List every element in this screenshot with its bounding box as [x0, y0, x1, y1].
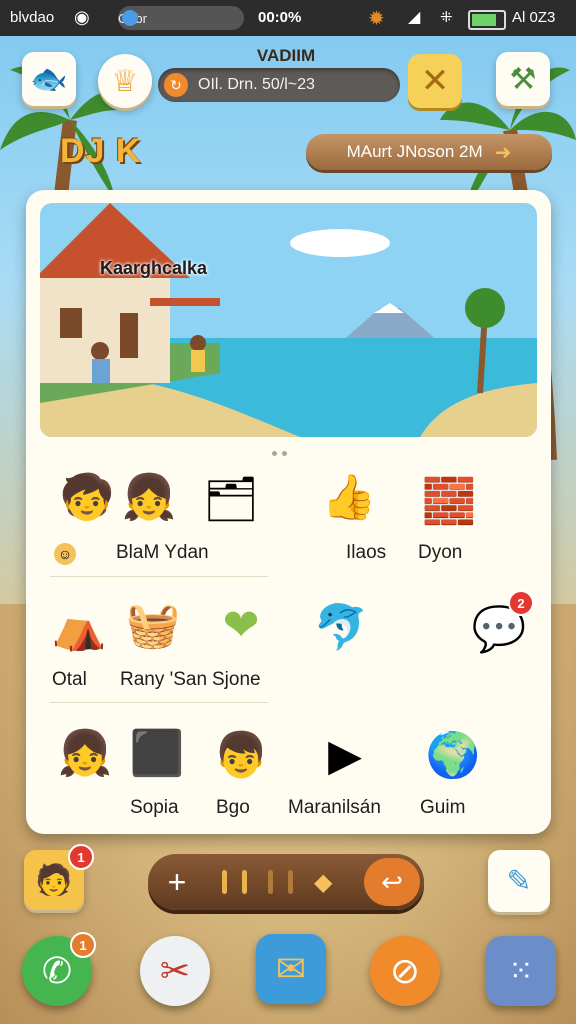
app-board[interactable]: 🗂: [196, 464, 266, 534]
hammer-icon: ⚒: [509, 62, 537, 96]
fish-color-icon: 🐬: [313, 603, 369, 652]
signal-icon: ◢: [408, 9, 421, 26]
arrow-right-icon: ➜: [494, 141, 512, 164]
kids-icon: 🧒: [59, 473, 115, 522]
trophy-button[interactable]: ♕: [98, 54, 152, 108]
search-input[interactable]: ↻ OIl. Drn. 50/l~23: [158, 68, 400, 102]
video-icon: ▶: [328, 730, 362, 780]
shortcut-button[interactable]: ✎: [488, 850, 550, 912]
wifi-icon: ◉: [74, 7, 90, 27]
app-boy[interactable]: 👦: [206, 720, 276, 790]
page-controller[interactable]: + ◆ ↩: [148, 854, 424, 910]
boy-icon: 👦: [213, 731, 269, 780]
gem-icon: ◆: [314, 869, 333, 896]
hero-banner[interactable]: [40, 203, 537, 437]
hammer-button[interactable]: ⚒: [496, 52, 550, 106]
girl-icon: 👧: [57, 729, 113, 778]
network-icon: ⁜: [440, 9, 453, 26]
app-logo: DJ K: [60, 132, 142, 170]
carrier-text: blvdao: [10, 9, 55, 26]
app-label: Dyon: [418, 542, 463, 563]
app-globe[interactable]: 🌍: [418, 720, 488, 790]
refresh-icon: ↻: [164, 73, 188, 97]
phone-icon: ✆: [41, 950, 73, 991]
battery-icon: [468, 10, 506, 30]
carousel-dots[interactable]: [272, 443, 292, 461]
girl-face-icon: 👧: [121, 473, 177, 522]
phone-badge: 1: [70, 932, 96, 958]
back-icon: ↩: [381, 866, 403, 897]
cloud-icon: [122, 10, 138, 26]
cta-label: MAurt JNoson 2M: [346, 142, 483, 161]
app-label: Maranilsán: [288, 797, 381, 818]
board-icon: 🗂: [203, 475, 259, 524]
blocks-icon: 🧱: [421, 477, 477, 526]
app-label: BlaM Ydan: [116, 542, 209, 563]
cta-button[interactable]: MAurt JNoson 2M ➜: [306, 134, 552, 170]
hero-label: Kaarghcalka: [100, 258, 208, 278]
app-label: Rany 'San: [120, 669, 208, 690]
syringe-icon: ✎: [506, 864, 532, 898]
app-girl[interactable]: 👧: [114, 462, 184, 532]
browser-button[interactable]: ⊘: [370, 936, 440, 1006]
smile-icon: ☺: [54, 543, 76, 565]
heart-sign-icon: ❤: [222, 600, 260, 650]
app-basket[interactable]: 🧺: [118, 590, 188, 660]
page-title: VADIIM: [256, 46, 316, 65]
app-fish[interactable]: 🐬: [306, 592, 376, 662]
plus-icon[interactable]: +: [162, 866, 192, 898]
app-label: Bgo: [216, 797, 250, 818]
page-indicator-bar: [268, 870, 273, 894]
avatar-icon: 🧑: [35, 863, 73, 897]
app-video[interactable]: ▶: [310, 720, 380, 790]
search-text: OIl. Drn. 50/l~23: [198, 76, 315, 93]
compass-icon: ⊘: [389, 950, 421, 991]
mail-icon: ✉: [275, 948, 307, 989]
notification-badge: 2: [508, 590, 534, 616]
page-indicator-bar: [288, 870, 293, 894]
globe-icon: 🌍: [425, 731, 481, 780]
divider: [50, 576, 268, 577]
fish-icon: 🐟: [30, 62, 68, 96]
app-blocks[interactable]: 🧱: [414, 466, 484, 536]
app-label: Otal: [52, 669, 87, 690]
app-campfire[interactable]: ⛺: [44, 592, 114, 662]
trophy-icon: ♕: [111, 64, 139, 98]
campfire-icon: ⛺: [51, 603, 107, 652]
app-label: Ilaos: [346, 542, 387, 563]
grid-icon: ⁙: [508, 954, 534, 988]
app-label: Sjone: [212, 669, 261, 690]
app-kids[interactable]: 🧒: [52, 462, 122, 532]
close-icon: ✕: [420, 62, 450, 100]
tools-icon: ✂: [159, 950, 191, 991]
app-thumbs[interactable]: 👍: [314, 462, 384, 532]
avatar-badge: 1: [68, 844, 94, 870]
beach-scene-illustration: [40, 203, 537, 437]
back-button[interactable]: ↩: [364, 858, 420, 906]
divider: [50, 702, 268, 703]
mail-button[interactable]: ✉: [256, 934, 326, 1004]
status-bar: blvdao ◉ Odbr 00:0% ✹ ◢ ⁜ Al 0Z3: [0, 0, 576, 36]
status-right-text: Al 0Z3: [512, 9, 556, 26]
app-drawer-button[interactable]: ⁙: [486, 936, 556, 1006]
app-girl-two[interactable]: 👧: [50, 718, 120, 788]
cube-icon: ⬛: [129, 729, 185, 778]
page-indicator-bar: [222, 870, 227, 894]
app-cube[interactable]: ⬛: [122, 718, 192, 788]
page-indicator-bar: [242, 870, 247, 894]
settings-gear-icon: ✹: [368, 8, 385, 30]
close-button[interactable]: ✕: [408, 54, 462, 108]
app-label: Sopia: [130, 797, 179, 818]
app-label: Guim: [420, 797, 466, 818]
status-time: 00:0%: [258, 9, 302, 26]
status-pill[interactable]: Odbr: [118, 6, 244, 30]
thumbs-up-icon: 👍: [321, 473, 377, 522]
map-button[interactable]: 🐟: [22, 52, 76, 106]
app-sign[interactable]: ❤: [206, 590, 276, 660]
basket-icon: 🧺: [125, 601, 181, 650]
tools-button[interactable]: ✂: [140, 936, 210, 1006]
